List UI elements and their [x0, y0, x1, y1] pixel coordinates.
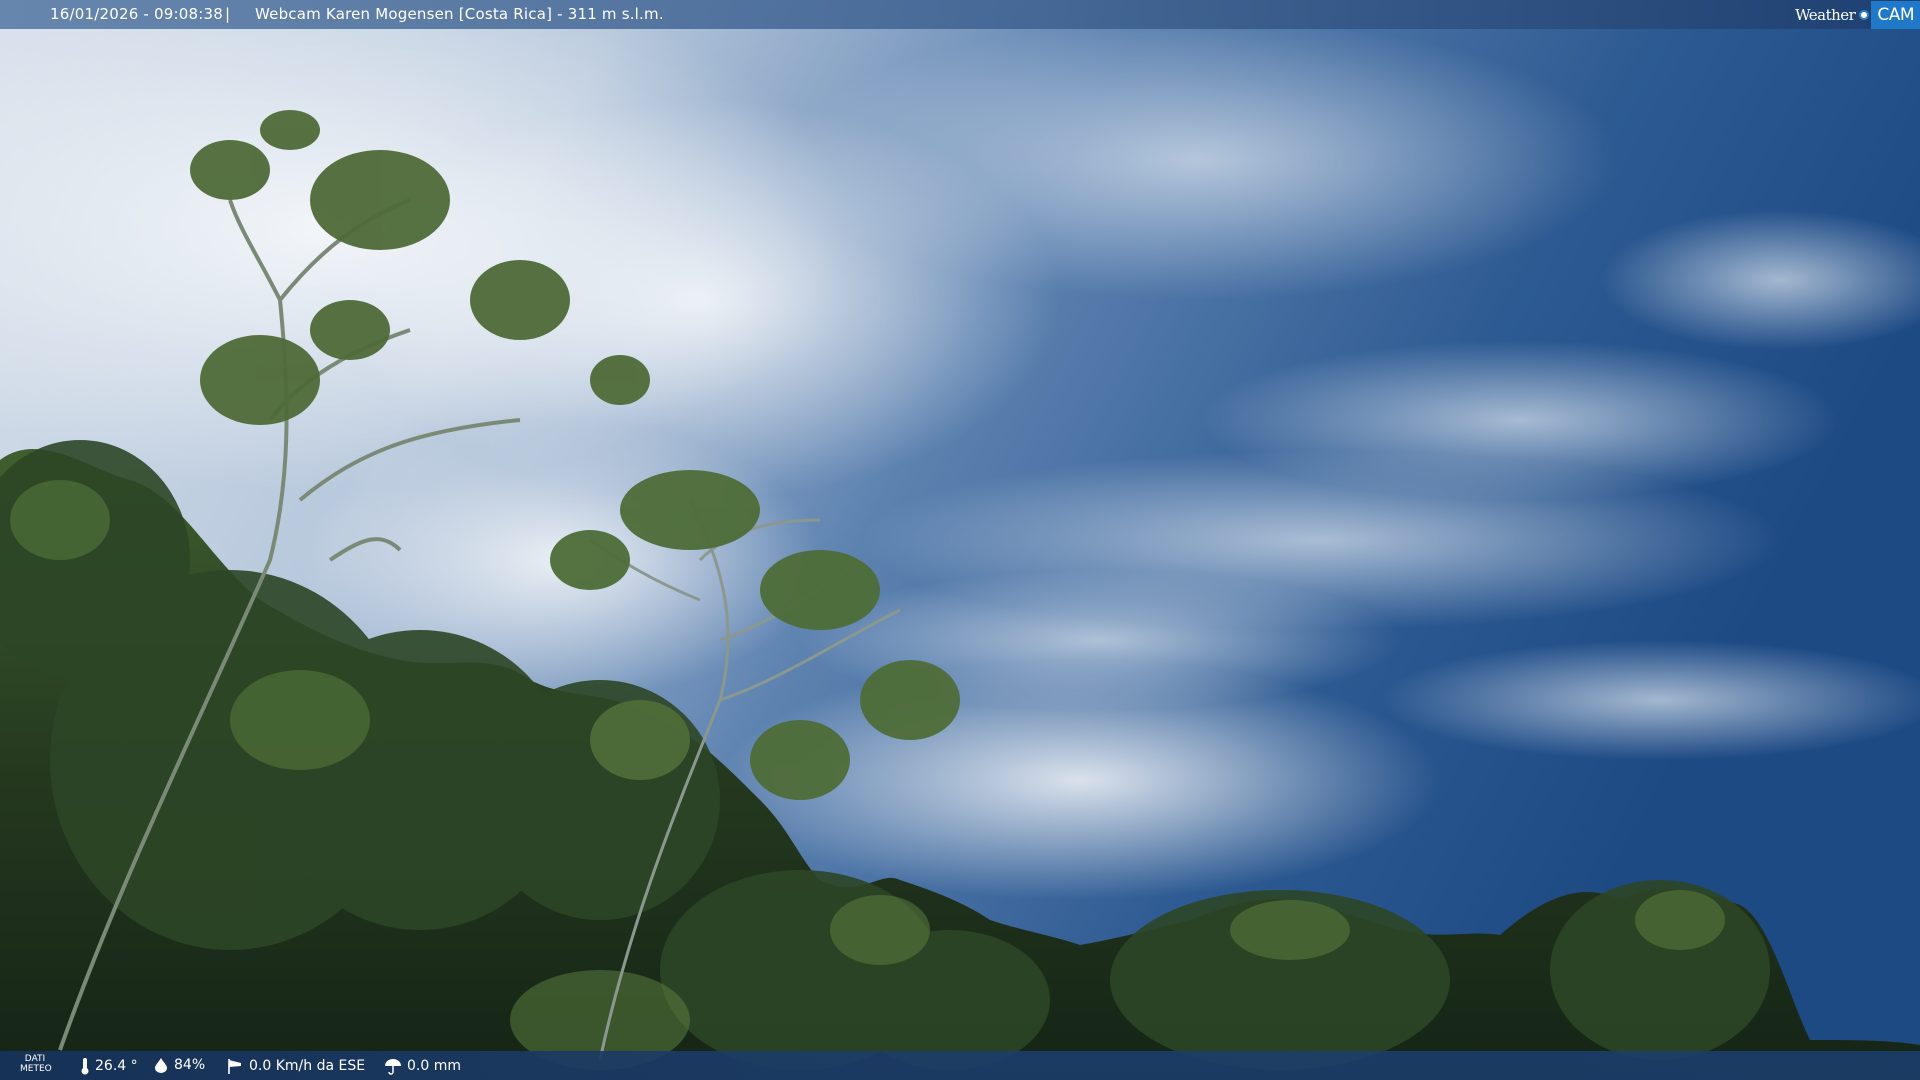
weathercam-logo: Weather CAM — [1795, 0, 1920, 29]
humidity-value: 84% — [174, 1057, 206, 1073]
wind-reading: 0.0 Km/h da ESE — [226, 1057, 365, 1075]
umbrella-icon — [384, 1057, 402, 1075]
logo-cam-text: CAM — [1871, 0, 1920, 29]
timestamp: 16/01/2026 - 09:08:38 — [50, 5, 223, 23]
wind-value: 0.0 Km/h da ESE — [249, 1058, 366, 1074]
weather-data-bar: DATI METEO 26.4 ° 84% 0.0 Km/h da ESE 0.… — [0, 1051, 1920, 1080]
droplet-icon — [153, 1057, 169, 1073]
webcam-frame: 16/01/2026 - 09:08:38 | Webcam Karen Mog… — [0, 0, 1920, 1080]
top-info-bar: 16/01/2026 - 09:08:38 | Webcam Karen Mog… — [0, 0, 1920, 29]
rain-value: 0.0 mm — [407, 1058, 461, 1074]
windsock-icon — [226, 1057, 244, 1075]
humidity-reading: 84% — [153, 1057, 205, 1073]
separator: | — [225, 5, 231, 23]
temperature-reading: 26.4 ° — [80, 1057, 138, 1075]
temperature-value: 26.4 ° — [95, 1058, 138, 1074]
webcam-image — [0, 0, 1920, 1080]
thermometer-icon — [80, 1057, 90, 1075]
webcam-title: Webcam Karen Mogensen [Costa Rica] - 311… — [255, 5, 664, 23]
weather-data-label: DATI METEO — [20, 1054, 52, 1074]
rain-reading: 0.0 mm — [384, 1057, 461, 1075]
logo-weather-text: Weather — [1795, 5, 1856, 24]
logo-dot-icon — [1859, 9, 1870, 20]
